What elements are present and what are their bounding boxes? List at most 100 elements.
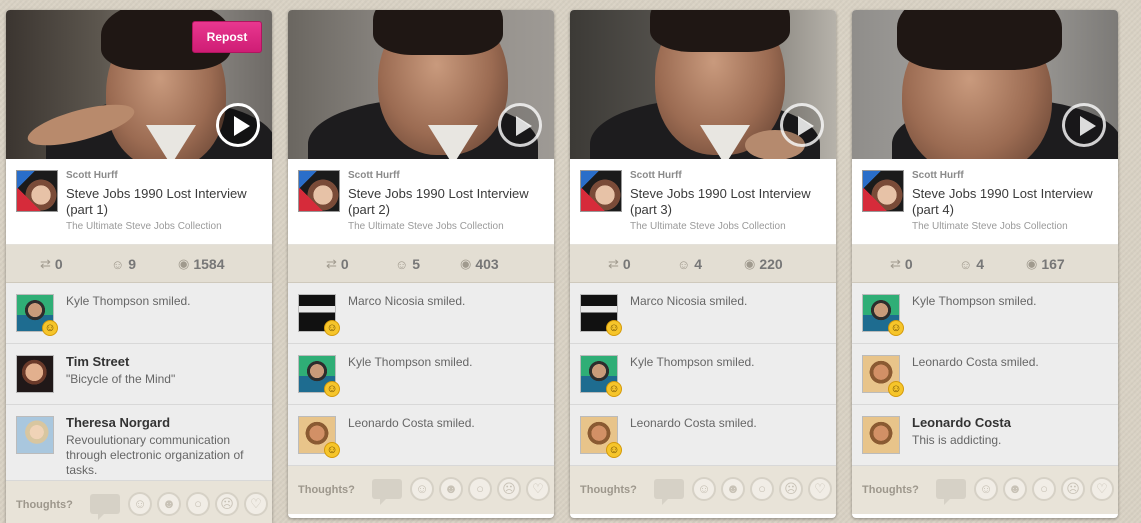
avatar[interactable]: ☺ — [862, 355, 904, 397]
activity-feed: ☺ Kyle Thompson smiled. ☺ Leonardo Costa… — [852, 283, 1118, 466]
sad-reaction-icon[interactable]: ☹ — [497, 477, 521, 501]
repost-icon: ⇄ — [40, 256, 51, 271]
video-card-4[interactable]: Scott Hurff Steve Jobs 1990 Lost Intervi… — [852, 10, 1118, 518]
play-icon[interactable] — [780, 103, 824, 147]
smile-reaction-icon[interactable]: ☺ — [974, 477, 998, 501]
smile-reaction-icon[interactable]: ☺ — [692, 477, 716, 501]
avatar[interactable]: ☺ — [298, 355, 340, 397]
heart-reaction-icon[interactable]: ♡ — [244, 492, 268, 516]
activity-text: Kyle Thompson smiled. — [66, 294, 191, 308]
video-thumbnail[interactable] — [288, 10, 554, 159]
avatar[interactable] — [16, 355, 54, 393]
video-title[interactable]: Steve Jobs 1990 Lost Interview (part 2) — [348, 186, 544, 218]
repost-button[interactable]: Repost — [192, 21, 262, 53]
sad-reaction-icon[interactable]: ☹ — [1061, 477, 1085, 501]
comment-bubble-icon[interactable] — [654, 479, 684, 505]
commenter-name[interactable]: Theresa Norgard — [66, 415, 262, 430]
thoughts-label: Thoughts? — [862, 484, 919, 496]
avatar[interactable] — [16, 416, 54, 454]
smile-count[interactable]: ☺ 5 — [395, 256, 420, 272]
eye-icon: ◉ — [744, 256, 756, 271]
smile-count[interactable]: ☺ 4 — [677, 256, 702, 272]
album-cover[interactable] — [298, 170, 340, 212]
surprised-reaction-icon[interactable]: ○ — [186, 492, 210, 516]
comment-bubble-icon[interactable] — [936, 479, 966, 505]
smile-count[interactable]: ☺ 4 — [959, 256, 984, 272]
video-title[interactable]: Steve Jobs 1990 Lost Interview (part 1) — [66, 186, 262, 218]
avatar[interactable]: ☺ — [862, 294, 904, 336]
video-card-2[interactable]: Scott Hurff Steve Jobs 1990 Lost Intervi… — [288, 10, 554, 518]
author-name[interactable]: Scott Hurff — [66, 170, 262, 182]
comment-bubble-icon[interactable] — [90, 494, 120, 520]
video-card-3[interactable]: Scott Hurff Steve Jobs 1990 Lost Intervi… — [570, 10, 836, 518]
avatar[interactable]: ☺ — [580, 416, 622, 458]
repost-count[interactable]: ⇄ 0 — [608, 256, 631, 272]
view-count: ◉ 1584 — [178, 256, 225, 272]
album-cover[interactable] — [862, 170, 904, 212]
collection-name[interactable]: The Ultimate Steve Jobs Collection — [912, 221, 1108, 232]
laugh-reaction-icon[interactable]: ☻ — [157, 492, 181, 516]
avatar[interactable]: ☺ — [16, 294, 58, 336]
smile-icon: ☺ — [959, 256, 973, 272]
video-title[interactable]: Steve Jobs 1990 Lost Interview (part 3) — [630, 186, 826, 218]
activity-text: Marco Nicosia smiled. — [630, 294, 748, 308]
play-icon[interactable] — [216, 103, 260, 147]
activity-feed: ☺ Marco Nicosia smiled. ☺ Kyle Thompson … — [288, 283, 554, 466]
comment-bubble-icon[interactable] — [372, 479, 402, 505]
author-name[interactable]: Scott Hurff — [630, 170, 826, 182]
reaction-bar: Thoughts? ☺ ☻ ○ ☹ ♡ — [288, 466, 554, 514]
smile-reaction-icon[interactable]: ☺ — [128, 492, 152, 516]
laugh-reaction-icon[interactable]: ☻ — [721, 477, 745, 501]
avatar[interactable]: ☺ — [580, 294, 622, 336]
activity-item: ☺ Leonardo Costa smiled. — [852, 344, 1118, 405]
repost-count[interactable]: ⇄ 0 — [890, 256, 913, 272]
video-title[interactable]: Steve Jobs 1990 Lost Interview (part 4) — [912, 186, 1108, 218]
surprised-reaction-icon[interactable]: ○ — [468, 477, 492, 501]
repost-icon: ⇄ — [326, 256, 337, 271]
laugh-reaction-icon[interactable]: ☻ — [1003, 477, 1027, 501]
surprised-reaction-icon[interactable]: ○ — [1032, 477, 1056, 501]
avatar[interactable]: ☺ — [298, 294, 340, 336]
avatar[interactable] — [862, 416, 900, 454]
avatar[interactable]: ☺ — [298, 416, 340, 458]
heart-reaction-icon[interactable]: ♡ — [526, 477, 550, 501]
smile-reaction-icon[interactable]: ☺ — [410, 477, 434, 501]
view-count: ◉ 403 — [460, 256, 499, 272]
smile-badge-icon: ☺ — [888, 320, 904, 336]
collection-name[interactable]: The Ultimate Steve Jobs Collection — [66, 221, 262, 232]
activity-item: Leonardo Costa This is addicting. — [852, 405, 1118, 466]
video-thumbnail[interactable]: Repost — [6, 10, 272, 159]
video-card-1[interactable]: Repost Scott Hurff Steve Jobs 1990 Lost … — [6, 10, 272, 523]
repost-count[interactable]: ⇄ 0 — [40, 256, 63, 272]
album-cover[interactable] — [580, 170, 622, 212]
stats-bar: ⇄ 0 ☺ 4 ◉ 220 — [570, 245, 836, 283]
album-cover[interactable] — [16, 170, 58, 212]
author-name[interactable]: Scott Hurff — [912, 170, 1108, 182]
activity-text: Leonardo Costa smiled. — [630, 416, 757, 430]
smile-icon: ☺ — [395, 256, 409, 272]
smile-badge-icon: ☺ — [888, 381, 904, 397]
collection-name[interactable]: The Ultimate Steve Jobs Collection — [348, 221, 544, 232]
heart-reaction-icon[interactable]: ♡ — [1090, 477, 1114, 501]
comment-text: This is addicting. — [912, 433, 1002, 447]
smile-icon: ☺ — [111, 256, 125, 272]
commenter-name[interactable]: Leonardo Costa — [912, 415, 1108, 430]
video-thumbnail[interactable] — [570, 10, 836, 159]
repost-count[interactable]: ⇄ 0 — [326, 256, 349, 272]
collection-name[interactable]: The Ultimate Steve Jobs Collection — [630, 221, 826, 232]
commenter-name[interactable]: Tim Street — [66, 354, 262, 369]
author-name[interactable]: Scott Hurff — [348, 170, 544, 182]
play-icon[interactable] — [498, 103, 542, 147]
activity-feed: ☺ Marco Nicosia smiled. ☺ Kyle Thompson … — [570, 283, 836, 466]
video-thumbnail[interactable] — [852, 10, 1118, 159]
smile-count[interactable]: ☺ 9 — [111, 256, 136, 272]
avatar[interactable]: ☺ — [580, 355, 622, 397]
sad-reaction-icon[interactable]: ☹ — [779, 477, 803, 501]
heart-reaction-icon[interactable]: ♡ — [808, 477, 832, 501]
sad-reaction-icon[interactable]: ☹ — [215, 492, 239, 516]
play-icon[interactable] — [1062, 103, 1106, 147]
activity-item: ☺ Marco Nicosia smiled. — [288, 283, 554, 344]
comment-text: Revoulutionary communication through ele… — [66, 433, 244, 477]
surprised-reaction-icon[interactable]: ○ — [750, 477, 774, 501]
laugh-reaction-icon[interactable]: ☻ — [439, 477, 463, 501]
